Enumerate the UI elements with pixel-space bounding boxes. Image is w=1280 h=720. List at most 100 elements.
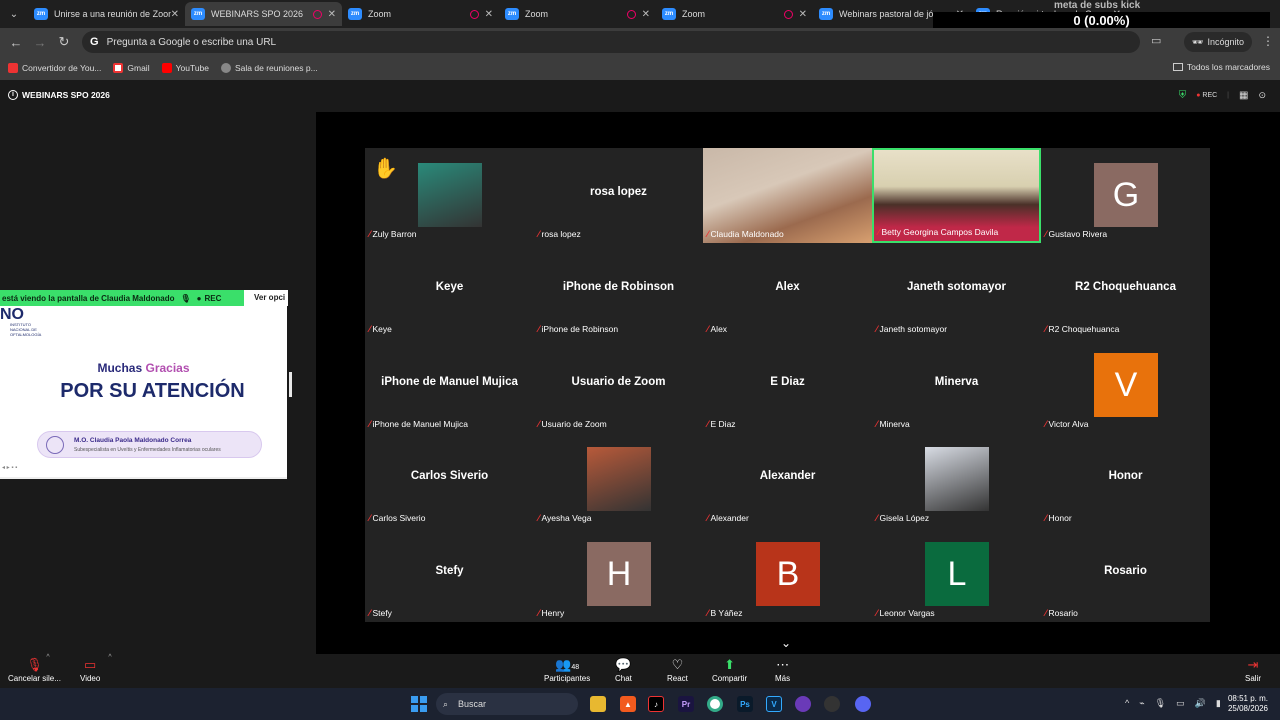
video-button[interactable]: ▭ Video <box>80 656 100 683</box>
address-input[interactable]: G Pregunta a Google o escribe una URL <box>82 31 1140 53</box>
react-button[interactable]: ♡ React <box>667 656 688 683</box>
microphone-icon[interactable]: 🎙 <box>1155 698 1166 709</box>
participant-tile[interactable]: Keye ⁄ Keye <box>365 243 534 338</box>
close-tab-icon[interactable]: ✕ <box>171 9 179 20</box>
participant-display-name: iPhone de Manuel Mujica <box>381 376 518 388</box>
participant-tile[interactable]: Minerva ⁄ Minerva <box>872 338 1041 433</box>
slide-gracias: Gracias <box>145 361 190 375</box>
participant-tile[interactable]: V ⁄ Victor Alva <box>1041 338 1210 433</box>
view-options-button[interactable]: Ver opci <box>244 290 288 306</box>
leave-button[interactable]: ⇥ Salir <box>1245 656 1261 683</box>
more-button[interactable]: ⋯ Más <box>775 656 790 683</box>
file-explorer-icon[interactable] <box>590 696 606 712</box>
browser-tab[interactable]: zm Zoom ✕ <box>342 2 499 26</box>
participant-tile[interactable]: H ⁄ Henry <box>534 527 703 622</box>
participant-tile[interactable]: iPhone de Manuel Mujica ⁄ iPhone de Manuel… <box>365 338 534 433</box>
brave-icon[interactable]: ▲ <box>620 696 636 712</box>
bookmark-convertidor[interactable]: Convertidor de You... <box>8 63 101 73</box>
bookmarks-bar: Convertidor de You... Gmail YouTube Sala… <box>0 56 1280 80</box>
raised-hand-icon: ✋ <box>373 158 398 180</box>
bookmark-youtube[interactable]: YouTube <box>161 63 209 73</box>
participant-tile[interactable]: L ⁄ Leonor Vargas <box>872 527 1041 622</box>
premiere-icon[interactable]: Pr <box>678 696 694 712</box>
app-circle-icon[interactable] <box>795 696 811 712</box>
participant-tile[interactable]: Stefy ⁄ Stefy <box>365 527 534 622</box>
mute-button[interactable]: 🎙 Cancelar sile... <box>8 656 61 683</box>
clock[interactable]: 08:51 p. m. 25/08/2026 <box>1228 694 1268 714</box>
photoshop-icon[interactable]: Ps <box>737 696 753 712</box>
volume-icon[interactable]: 🔊 <box>1195 698 1206 709</box>
browser-tab[interactable]: zm Unirse a una reunión de Zoom ✕ <box>28 2 185 26</box>
info-icon: i <box>8 90 18 100</box>
participant-tile[interactable]: ⁄ Betty Georgina Campos Davila <box>872 148 1041 243</box>
person-icon <box>46 436 64 454</box>
participants-button[interactable]: 👥48 Participantes <box>544 656 590 683</box>
reload-icon[interactable]: ↻ <box>52 30 76 54</box>
bookmark-sala[interactable]: Sala de reuniones p... <box>221 63 318 73</box>
share-button[interactable]: ⬆ Compartir <box>712 656 747 683</box>
battery-icon[interactable]: ▮ <box>1216 698 1221 709</box>
participant-tile[interactable]: B ⁄ B Yáñez <box>703 527 872 622</box>
back-arrow-icon[interactable]: ← <box>4 30 28 54</box>
participant-tile[interactable]: iPhone de Robinson ⁄ iPhone de Robinson <box>534 243 703 338</box>
participant-tile[interactable]: G ⁄ Gustavo Rivera <box>1041 148 1210 243</box>
close-tab-icon[interactable]: ✕ <box>642 9 650 20</box>
participant-tile[interactable]: ⁄ Ayesha Vega <box>534 432 703 527</box>
discord-icon[interactable] <box>855 696 871 712</box>
chrome-icon[interactable] <box>707 696 723 712</box>
chevron-down-icon[interactable]: ⌄ <box>781 636 791 650</box>
avatar: H <box>587 542 651 606</box>
participant-name-label: ⁄ Zuly Barron <box>369 229 416 239</box>
chat-button[interactable]: 💬 Chat <box>615 656 632 683</box>
participant-tile[interactable]: Carlos Siverio ⁄ Carlos Siverio <box>365 432 534 527</box>
slide-controls-icon[interactable]: ◂ ▸ ▪ ▪ <box>2 464 17 471</box>
participant-tile[interactable]: ✋ ⁄ Zuly Barron <box>365 148 534 243</box>
mic-muted-icon: ⁄ <box>369 229 371 239</box>
browser-tab[interactable]: zm Zoom ✕ <box>499 2 656 26</box>
chevron-up-icon[interactable]: ^ <box>1125 698 1129 709</box>
vegas-icon[interactable]: V <box>766 696 782 712</box>
resize-handle[interactable] <box>289 372 292 397</box>
browser-tab[interactable]: zm Zoom ✕ <box>656 2 813 26</box>
bookmark-label: Gmail <box>127 63 150 73</box>
windows-start-icon[interactable] <box>411 696 427 712</box>
participant-tile[interactable]: Alexander ⁄ Alexander <box>703 432 872 527</box>
participant-name-label: ⁄ Alexander <box>707 513 749 523</box>
participant-tile[interactable]: Rosario ⁄ Rosario <box>1041 527 1210 622</box>
speaker-card: M.O. Claudia Paola Maldonado Correa Sube… <box>37 431 262 458</box>
close-tab-icon[interactable]: ✕ <box>328 9 336 20</box>
participant-tile[interactable]: ⁄ Claudia Maldonado <box>703 148 872 243</box>
view-grid-icon[interactable]: ▦ <box>1239 90 1248 101</box>
incognito-badge[interactable]: 🕶 Incógnito <box>1184 32 1252 52</box>
menu-dots-icon[interactable]: ⋮ <box>1262 34 1274 48</box>
more-options-icon[interactable]: ⊙ <box>1258 90 1266 101</box>
participant-tile[interactable]: Honor ⁄ Honor <box>1041 432 1210 527</box>
taskbar-search-input[interactable]: ⌕ Buscar <box>436 693 578 715</box>
monitor-icon[interactable]: ▭ <box>1176 698 1185 709</box>
bookmark-gmail[interactable]: Gmail <box>113 63 150 73</box>
participant-tile[interactable]: R2 Choquehuanca ⁄ R2 Choquehuanca <box>1041 243 1210 338</box>
meeting-title[interactable]: i WEBINARS SPO 2026 <box>8 90 110 100</box>
participant-tile[interactable]: Alex ⁄ Alex <box>703 243 872 338</box>
participant-name: Alexander <box>710 513 749 523</box>
sidepanel-icon[interactable]: ▭ <box>1151 34 1161 47</box>
participant-tile[interactable]: Usuario de Zoom ⁄ Usuario de Zoom <box>534 338 703 433</box>
network-icon[interactable]: ⌁ <box>1139 698 1144 709</box>
obs-icon[interactable] <box>824 696 840 712</box>
participant-tile[interactable]: Janeth sotomayor ⁄ Janeth sotomayor <box>872 243 1041 338</box>
participant-name-label: ⁄ Rosario <box>1045 608 1078 618</box>
close-tab-icon[interactable]: ✕ <box>485 9 493 20</box>
rec-indicator[interactable]: ● REC <box>1196 92 1217 99</box>
globe-icon <box>221 63 231 73</box>
close-tab-icon[interactable]: ✕ <box>799 9 807 20</box>
tiktok-icon[interactable]: ♪ <box>648 696 664 712</box>
browser-tab[interactable]: zm WEBINARS SPO 2026 ✕ <box>185 2 342 26</box>
shield-icon[interactable]: ⛨ <box>1179 90 1187 101</box>
forward-arrow-icon[interactable]: → <box>28 30 52 54</box>
participant-tile[interactable]: ⁄ Gisela López <box>872 432 1041 527</box>
tab-search-icon[interactable]: ⌄ <box>0 0 28 28</box>
recording-icon <box>783 9 793 19</box>
all-bookmarks[interactable]: Todos los marcadores <box>1172 62 1270 72</box>
participant-tile[interactable]: E Diaz ⁄ E Diaz <box>703 338 872 433</box>
participant-tile[interactable]: rosa lopez ⁄ rosa lopez <box>534 148 703 243</box>
